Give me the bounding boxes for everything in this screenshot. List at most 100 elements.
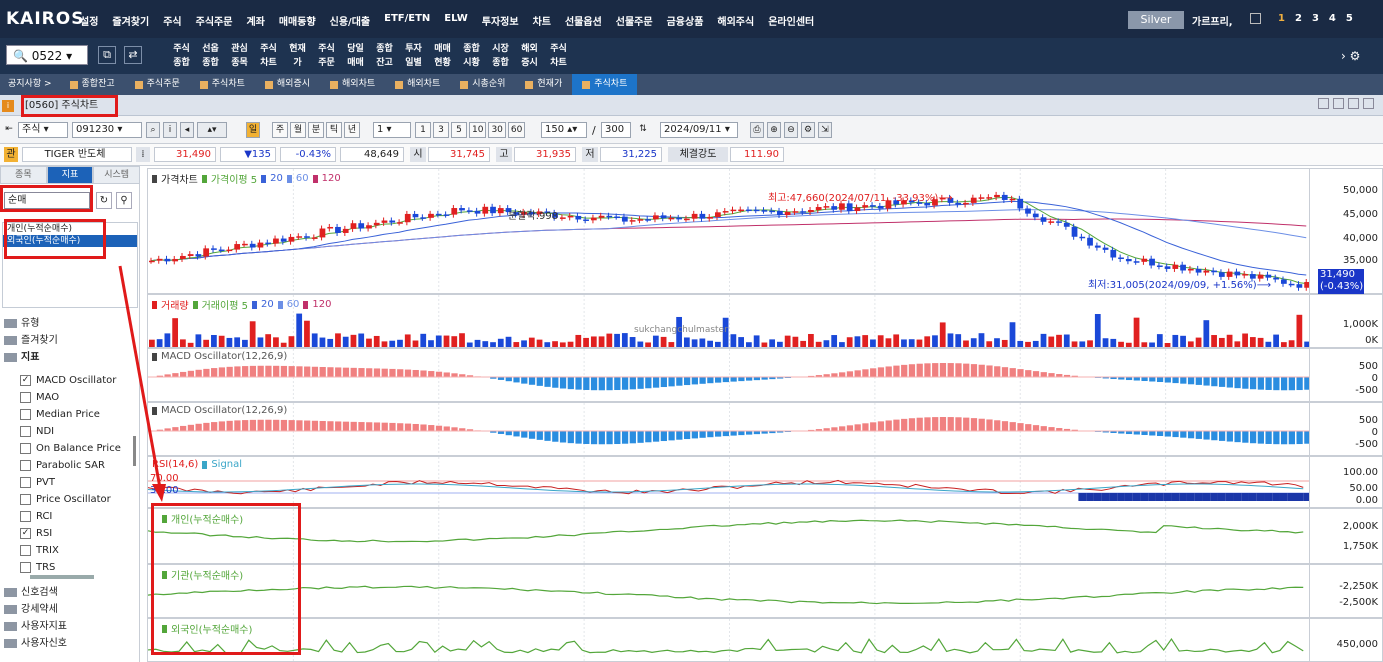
notice-link[interactable]: 공지사항 > (0, 74, 60, 95)
total-count[interactable]: 300 (601, 122, 631, 138)
left-tab[interactable]: 종목 (0, 166, 47, 184)
volume-chart-pane[interactable]: 거래량 거래이평 5 20 60 120 sukchangchulmaster (147, 294, 1310, 348)
window-number-5[interactable]: 5 (1346, 13, 1353, 24)
shortcut-button[interactable]: 주식 주문 (312, 40, 341, 72)
menu-item[interactable]: 투자정보 (482, 13, 519, 28)
window-number-4[interactable]: 4 (1329, 13, 1336, 24)
minute-button[interactable]: 30 (488, 122, 506, 138)
shortcut-button[interactable]: 주식 종합 (167, 40, 196, 72)
macd-pane-1[interactable]: MACD Oscillator(12,26,9) (147, 348, 1310, 402)
indicator-checkbox[interactable] (20, 494, 31, 505)
indicator-item[interactable]: TRS (20, 559, 136, 576)
indicator-item[interactable]: Median Price (20, 406, 136, 423)
window-layout-icon[interactable] (1250, 13, 1261, 24)
minute-button[interactable]: 10 (469, 122, 487, 138)
individual-net-buy-pane[interactable]: 개인(누적순매수) (147, 508, 1310, 564)
indicator-checkbox[interactable] (20, 511, 31, 522)
category-1[interactable]: 강세약세 (4, 601, 136, 618)
close-icon[interactable] (1363, 98, 1374, 109)
indicator-checkbox[interactable] (20, 460, 31, 471)
shortcut-button[interactable]: 선옵 종합 (196, 40, 225, 72)
screen-tab[interactable]: 해외증시 (255, 74, 320, 95)
indicator-checkbox[interactable] (20, 392, 31, 403)
period-button[interactable]: 년 (344, 122, 360, 138)
code-input[interactable]: 091230 ▾ (72, 122, 142, 138)
menu-item[interactable]: 설정 (80, 13, 98, 28)
day-period-button[interactable]: 일 (246, 122, 260, 138)
screen-tab[interactable]: 주식차트 (572, 74, 638, 95)
list-scrollbar[interactable] (133, 436, 136, 466)
rsi-pane[interactable]: RSI(14,6) Signal 70.00 30.00 (147, 456, 1310, 508)
filter-icon[interactable]: ⚲ (116, 192, 132, 209)
price-chart-pane[interactable]: 가격차트 가격이평 5 20 60 120 최고:47,660(2024/07/… (147, 168, 1310, 294)
menu-item[interactable]: 즐겨찾기 (112, 13, 149, 28)
period-button[interactable]: 틱 (326, 122, 342, 138)
macd-pane-2[interactable]: MACD Oscillator(12,26,9) (147, 402, 1310, 456)
indicator-checkbox[interactable]: ✓ (20, 528, 31, 539)
search-icon[interactable]: ⌕ (146, 122, 160, 138)
print-icon[interactable]: ⎙ (750, 122, 764, 138)
shortcut-button[interactable]: 시장 종합 (486, 40, 515, 72)
restore-icon[interactable] (1318, 98, 1329, 109)
shortcut-button[interactable]: 매매 현황 (428, 40, 457, 72)
menu-item[interactable]: 계좌 (246, 13, 264, 28)
menu-item[interactable]: ELW (444, 13, 467, 28)
screen-tab[interactable]: 해외차트 (320, 74, 385, 95)
shortcut-button[interactable]: 주식 차트 (254, 40, 283, 72)
screen-tab[interactable]: 주식차트 (190, 74, 255, 95)
indicator-checkbox[interactable]: ✓ (20, 375, 31, 386)
grade-badge[interactable]: Silver (1128, 11, 1184, 29)
shortcut-button[interactable]: 당일 매매 (341, 40, 370, 72)
favorite-icon[interactable]: 관 (4, 147, 18, 162)
indicator-item[interactable]: On Balance Price (20, 440, 136, 457)
indicator-checkbox[interactable] (20, 477, 31, 488)
menu-item[interactable]: 주식 (163, 13, 181, 28)
menu-item[interactable]: 금융상품 (667, 13, 704, 28)
settings-icon[interactable]: ⚙ (801, 122, 815, 138)
indicator-item[interactable]: Price Oscillator (20, 491, 136, 508)
menu-item[interactable]: 선물주문 (616, 13, 653, 28)
sort-icon[interactable]: ⇅ (636, 122, 650, 138)
menu-item[interactable]: 차트 (533, 13, 551, 28)
tile-icon[interactable] (1333, 98, 1344, 109)
window-number-3[interactable]: 3 (1312, 13, 1319, 24)
category-2[interactable]: 사용자지표 (4, 618, 136, 635)
category-0[interactable]: 유형 (4, 315, 136, 332)
screen-tab[interactable]: 시총순위 (450, 74, 515, 95)
indicator-item[interactable]: TRIX (20, 542, 136, 559)
indicator-item[interactable]: RCI (20, 508, 136, 525)
menu-item[interactable]: ETF/ETN (384, 13, 430, 28)
screen-tab[interactable]: 종합잔고 (60, 74, 125, 95)
indicator-item[interactable]: Parabolic SAR (20, 457, 136, 474)
stock-info-icon[interactable]: ⁞ (136, 147, 150, 162)
indicator-checkbox[interactable] (20, 562, 31, 573)
minute-button[interactable]: 60 (507, 122, 526, 138)
shortcut-button[interactable]: 현재 가 (283, 40, 312, 72)
horizontal-scrollbar[interactable] (30, 575, 94, 579)
indicator-checkbox[interactable] (20, 545, 31, 556)
screen-tab[interactable]: 현재가 (515, 74, 572, 95)
date-input[interactable]: 2024/09/11 ▾ (660, 122, 738, 138)
minute-button[interactable]: 1 (415, 122, 431, 138)
indicator-item[interactable]: ✓ RSI (20, 525, 136, 542)
period-button[interactable]: 주 (272, 122, 288, 138)
indicator-item[interactable]: PVT (20, 474, 136, 491)
shortcut-button[interactable]: 관심 종목 (225, 40, 254, 72)
shortcut-button[interactable]: 종합 시황 (457, 40, 486, 72)
refresh-icon[interactable]: ↻ (96, 192, 112, 209)
left-tab[interactable]: 지표 (46, 166, 94, 184)
screen-code-input[interactable]: 🔍 0522 ▾ (6, 45, 88, 65)
left-tab[interactable]: 시스템 (93, 166, 141, 184)
link-icon[interactable]: ⇤ (4, 122, 14, 138)
indicator-checkbox[interactable] (20, 426, 31, 437)
count-stepper[interactable]: 150 ▴▾ (541, 122, 587, 138)
menu-item[interactable]: 신용/대출 (330, 13, 370, 28)
menu-item[interactable]: 주식주문 (196, 13, 233, 28)
toolbar-more-settings-icon[interactable]: › ⚙ (1341, 49, 1360, 63)
screen-tab[interactable]: 주식주문 (125, 74, 190, 95)
export-icon[interactable]: ⇲ (818, 122, 832, 138)
shortcut-button[interactable]: 주식 차트 (544, 40, 573, 72)
menu-item[interactable]: 매매동향 (279, 13, 316, 28)
period-button[interactable]: 분 (308, 122, 324, 138)
shortcut-button[interactable]: 해외 증시 (515, 40, 544, 72)
